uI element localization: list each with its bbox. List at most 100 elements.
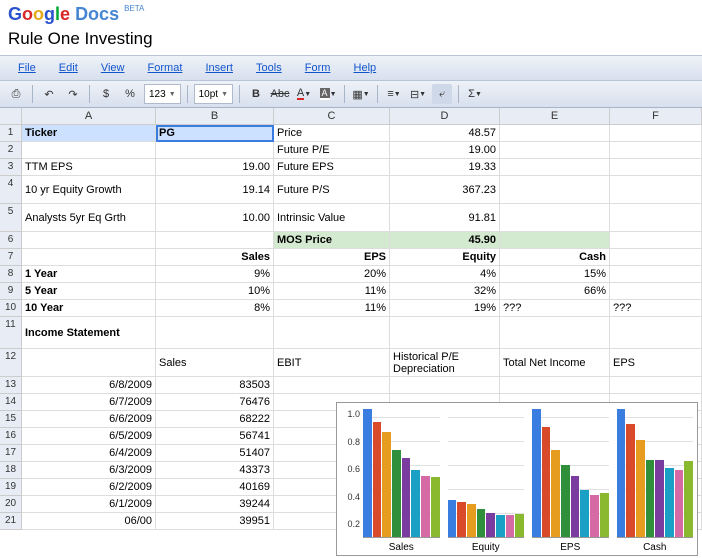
menu-form[interactable]: Form [295, 60, 341, 76]
cell[interactable]: 40169 [156, 479, 274, 496]
cell[interactable] [610, 176, 702, 204]
cell[interactable]: 68222 [156, 411, 274, 428]
cell[interactable] [22, 142, 156, 159]
row-header[interactable]: 5 [0, 204, 22, 232]
cell[interactable] [500, 377, 610, 394]
cell[interactable] [274, 377, 390, 394]
cell[interactable]: 4% [390, 266, 500, 283]
select-all-corner[interactable] [0, 108, 22, 125]
cell[interactable]: Future EPS [274, 159, 390, 176]
undo-icon[interactable]: ↶ [39, 84, 59, 104]
cell[interactable] [610, 317, 702, 349]
cell[interactable] [500, 204, 610, 232]
col-header[interactable]: F [610, 108, 702, 125]
cell[interactable]: Cash [500, 249, 610, 266]
cell[interactable]: ??? [610, 300, 702, 317]
cell[interactable] [610, 249, 702, 266]
cell[interactable]: MOS Price [274, 232, 390, 249]
row-header[interactable]: 2 [0, 142, 22, 159]
row-header[interactable]: 17 [0, 445, 22, 462]
row-header[interactable]: 16 [0, 428, 22, 445]
cell[interactable]: 15% [500, 266, 610, 283]
cell[interactable]: 11% [274, 283, 390, 300]
cell[interactable]: Intrinsic Value [274, 204, 390, 232]
cell[interactable] [156, 317, 274, 349]
cell[interactable] [610, 266, 702, 283]
row-header[interactable]: 3 [0, 159, 22, 176]
cell[interactable]: Analysts 5yr Eq Grth [22, 204, 156, 232]
cell[interactable]: 10 Year [22, 300, 156, 317]
cell[interactable] [500, 317, 610, 349]
cell[interactable]: 11% [274, 300, 390, 317]
col-header[interactable]: C [274, 108, 390, 125]
menu-edit[interactable]: Edit [49, 60, 88, 76]
merge-icon[interactable]: ⊟▼ [408, 84, 428, 104]
cell[interactable]: 10% [156, 283, 274, 300]
cell[interactable]: 48.57 [390, 125, 500, 142]
cell[interactable]: EBIT [274, 349, 390, 377]
row-header[interactable]: 9 [0, 283, 22, 300]
cell[interactable] [500, 159, 610, 176]
col-header[interactable]: E [500, 108, 610, 125]
cell[interactable]: Future P/E [274, 142, 390, 159]
cell[interactable] [156, 142, 274, 159]
cell[interactable]: 91.81 [390, 204, 500, 232]
cell[interactable] [390, 377, 500, 394]
cell[interactable]: Total Net Income [500, 349, 610, 377]
fill-color-icon[interactable]: A▼ [318, 84, 338, 104]
strikethrough-icon[interactable]: Abc [270, 84, 290, 104]
cell[interactable] [274, 317, 390, 349]
row-header[interactable]: 1 [0, 125, 22, 142]
cell[interactable]: 39951 [156, 513, 274, 530]
cell[interactable]: 43373 [156, 462, 274, 479]
cell[interactable] [390, 317, 500, 349]
currency-icon[interactable]: $ [96, 84, 116, 104]
document-title[interactable]: Rule One Investing [0, 27, 702, 55]
cell[interactable]: 367.23 [390, 176, 500, 204]
cell[interactable]: Equity [390, 249, 500, 266]
cell[interactable] [500, 142, 610, 159]
percent-icon[interactable]: % [120, 84, 140, 104]
cell[interactable]: EPS [610, 349, 702, 377]
cell[interactable]: 6/2/2009 [22, 479, 156, 496]
cell[interactable]: 66% [500, 283, 610, 300]
cell[interactable]: 20% [274, 266, 390, 283]
cell[interactable] [500, 176, 610, 204]
menu-help[interactable]: Help [344, 60, 387, 76]
col-header[interactable]: A [22, 108, 156, 125]
cell[interactable] [500, 125, 610, 142]
cell[interactable]: 32% [390, 283, 500, 300]
text-color-icon[interactable]: A▼ [294, 84, 314, 104]
cell[interactable]: 6/7/2009 [22, 394, 156, 411]
row-header[interactable]: 8 [0, 266, 22, 283]
cell[interactable]: 45.90 [390, 232, 500, 249]
cell[interactable]: Historical P/E Depreciation [390, 349, 500, 377]
row-header[interactable]: 11 [0, 317, 22, 349]
row-header[interactable]: 12 [0, 349, 22, 377]
active-cell[interactable]: PG [156, 125, 274, 142]
cell[interactable]: 19.33 [390, 159, 500, 176]
align-icon[interactable]: ≡▼ [384, 84, 404, 104]
cell[interactable]: 39244 [156, 496, 274, 513]
cell[interactable] [610, 159, 702, 176]
cell[interactable]: 10.00 [156, 204, 274, 232]
redo-icon[interactable]: ↷ [63, 84, 83, 104]
borders-icon[interactable]: ▦▼ [351, 84, 371, 104]
cell[interactable]: EPS [274, 249, 390, 266]
row-header[interactable]: 6 [0, 232, 22, 249]
row-header[interactable]: 4 [0, 176, 22, 204]
cell[interactable] [610, 142, 702, 159]
cell[interactable] [500, 232, 610, 249]
cell[interactable] [610, 232, 702, 249]
cell[interactable]: 51407 [156, 445, 274, 462]
cell[interactable]: 6/1/2009 [22, 496, 156, 513]
cell[interactable]: 10 yr Equity Growth [22, 176, 156, 204]
cell[interactable]: 1 Year [22, 266, 156, 283]
cell[interactable]: 6/6/2009 [22, 411, 156, 428]
cell[interactable] [610, 204, 702, 232]
row-header[interactable]: 19 [0, 479, 22, 496]
cell[interactable]: 06/00 [22, 513, 156, 530]
cell[interactable]: Price [274, 125, 390, 142]
cell[interactable]: Sales [156, 349, 274, 377]
embedded-chart[interactable]: 1.00.8 0.60.4 0.2 Sales Equity EPS Cash [336, 402, 698, 556]
